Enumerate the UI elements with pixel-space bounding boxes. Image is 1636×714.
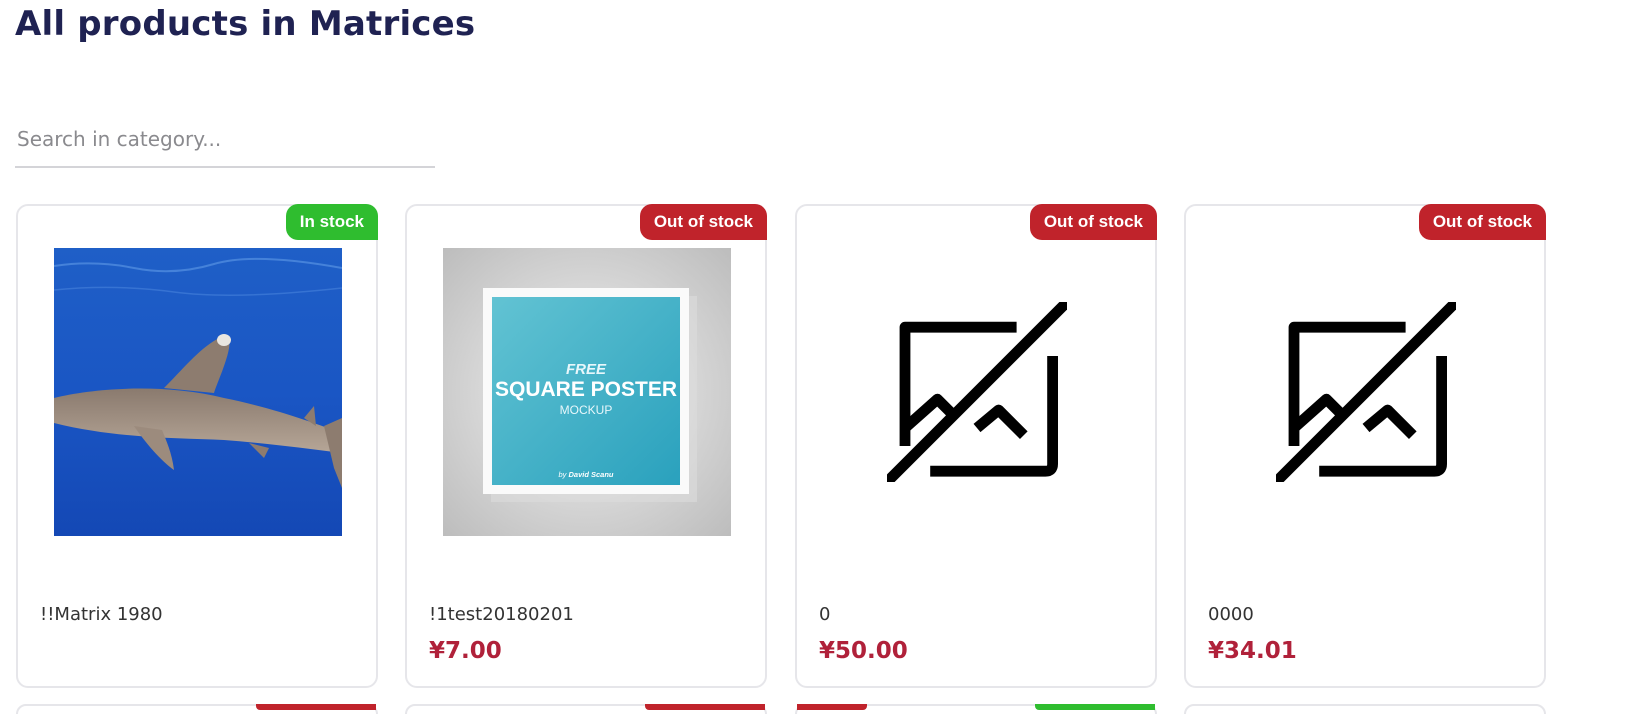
search-input[interactable] — [15, 114, 435, 164]
product-image[interactable]: FREE SQUARE POSTER MOCKUP by David Scanu — [443, 248, 731, 536]
product-name[interactable]: !!Matrix 1980 — [40, 604, 163, 625]
product-image[interactable] — [54, 248, 342, 536]
shark-photo — [54, 248, 342, 536]
poster-mockup-image: FREE SQUARE POSTER MOCKUP by David Scanu — [443, 248, 731, 536]
product-name[interactable]: 0000 — [1208, 604, 1254, 625]
poster-line1: FREE — [566, 361, 607, 378]
poster-credit-prefix: by — [558, 470, 567, 479]
stock-badge-partial — [797, 704, 867, 710]
product-card[interactable]: In stock !!Matrix 1980 — [16, 204, 378, 688]
poster-line2: SQUARE POSTER — [495, 378, 677, 401]
stock-badge-partial — [645, 704, 765, 710]
product-card-partial[interactable] — [405, 704, 767, 714]
stock-badge: Out of stock — [639, 204, 767, 240]
product-image[interactable] — [1222, 248, 1510, 536]
product-card-partial[interactable] — [1184, 704, 1546, 714]
product-card-partial[interactable] — [16, 704, 378, 714]
stock-badge-partial — [1035, 704, 1155, 710]
stock-badge: Out of stock — [1418, 204, 1546, 240]
svg-text:by David Scanu: by David Scanu — [558, 470, 613, 479]
broken-image-icon — [887, 302, 1067, 482]
product-name[interactable]: 0 — [819, 604, 830, 625]
stock-badge: Out of stock — [1029, 204, 1157, 240]
product-price: ¥34.01 — [1208, 638, 1297, 664]
product-price: ¥7.00 — [429, 638, 502, 664]
poster-line3: MOCKUP — [560, 403, 613, 417]
product-card[interactable]: Out of stock 0 ¥50.00 — [795, 204, 1157, 688]
broken-image-icon — [1276, 302, 1456, 482]
poster-credit-name: David Scanu — [569, 470, 614, 479]
product-card-partial[interactable] — [795, 704, 1157, 714]
page-title: All products in Matrices — [15, 4, 476, 44]
product-name[interactable]: !1test20180201 — [429, 604, 574, 625]
stock-badge-partial — [256, 704, 376, 710]
product-price: ¥50.00 — [819, 638, 908, 664]
stock-badge: In stock — [285, 204, 378, 240]
search-bar — [15, 114, 435, 168]
product-card[interactable]: Out of stock 0000 ¥34.01 — [1184, 204, 1546, 688]
product-card[interactable]: Out of stock FREE SQUARE POSTER MOCKUP b… — [405, 204, 767, 688]
product-image[interactable] — [833, 248, 1121, 536]
